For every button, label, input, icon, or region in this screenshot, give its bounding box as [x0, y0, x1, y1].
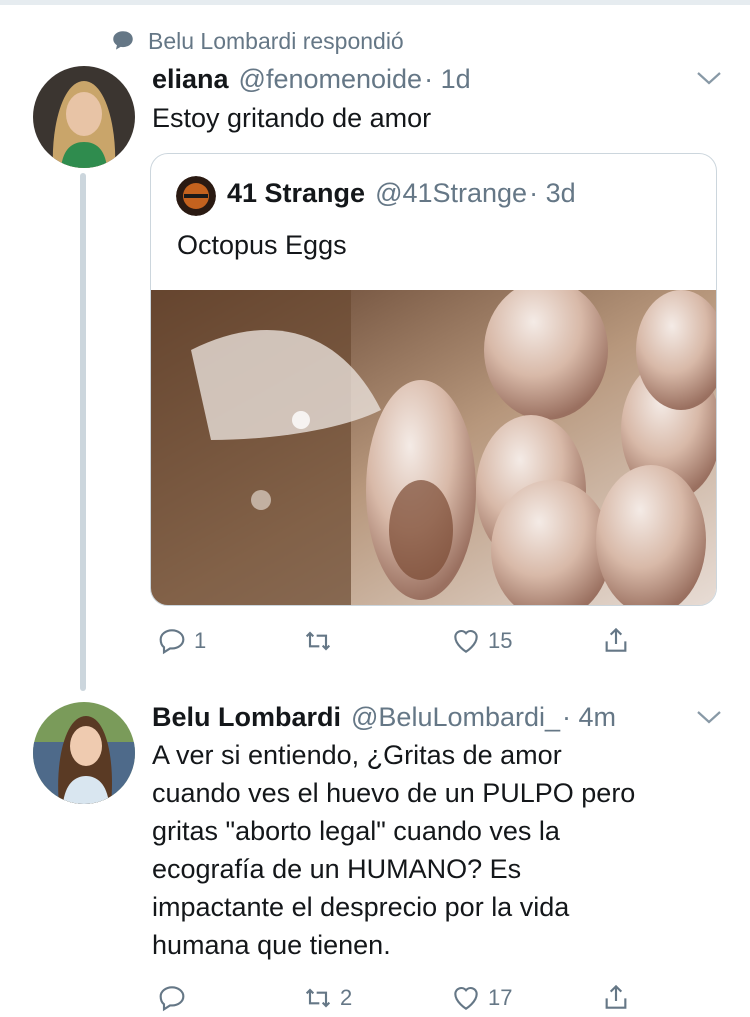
tweet2-text: A ver si entiendo, ¿Gritas de amor cuand… [152, 736, 732, 964]
quote-timestamp: · 3d [529, 178, 576, 208]
top-divider [0, 0, 750, 5]
retweet-button[interactable]: 2 [302, 982, 352, 1014]
tweet1-header: eliana @fenomenoide · 1d [152, 64, 471, 95]
quoted-tweet-card[interactable]: 41 Strange @41Strange · 3d Octopus Eggs [150, 153, 717, 606]
quote-header: 41 Strange @41Strange · 3d [227, 178, 576, 209]
timestamp[interactable]: · 1d [424, 64, 471, 95]
chevron-down-icon[interactable] [696, 68, 722, 88]
avatar-41strange [176, 176, 216, 216]
author-handle[interactable]: @BeluLombardi_ [351, 702, 560, 733]
share-button[interactable] [600, 981, 632, 1013]
reply-icon [159, 629, 185, 655]
author-name[interactable]: eliana [152, 64, 229, 95]
share-icon [605, 984, 627, 1009]
avatar-eliana[interactable] [33, 66, 135, 168]
reply-context: Belu Lombardi respondió [110, 26, 404, 56]
author-handle[interactable]: @fenomenoide [239, 64, 423, 95]
reply-button[interactable] [156, 982, 194, 1014]
quote-text: Octopus Eggs [177, 230, 347, 260]
timestamp[interactable]: · 4m [562, 702, 616, 733]
thread-line [80, 173, 86, 691]
octopus-eggs-photo[interactable] [151, 280, 716, 605]
quote-author-name: 41 Strange [227, 178, 366, 208]
speech-bubble-icon [113, 31, 133, 50]
reply-icon [159, 986, 185, 1012]
tweet2-header: Belu Lombardi @BeluLombardi_ · 4m [152, 702, 616, 733]
tweet2-text-line: ecografía de un HUMANO? Es [152, 854, 522, 884]
like-count: 17 [488, 985, 513, 1010]
quote-author-handle: @41Strange [375, 178, 528, 208]
share-icon [605, 627, 627, 652]
chevron-down-icon[interactable] [696, 707, 722, 727]
heart-icon [454, 986, 478, 1010]
retweet-count: 2 [340, 985, 353, 1010]
tweet2-text-line: A ver si entiendo, ¿Gritas de amor [152, 740, 562, 770]
tweet2-text-line: humana que tienen. [152, 930, 391, 960]
avatar-belu[interactable] [33, 702, 135, 804]
like-count: 15 [488, 628, 513, 653]
tweet2-text-line: cuando ves el huevo de un PULPO pero [152, 778, 636, 808]
retweet-button[interactable] [302, 625, 340, 657]
tweet2-text-line: impactante el desprecio por la vida [152, 892, 570, 922]
tweet2-text-line: gritas "aborto legal" cuando ves la [152, 816, 560, 846]
reply-context-text: Belu Lombardi respondió [148, 27, 404, 54]
share-button[interactable] [600, 624, 632, 656]
retweet-icon [305, 988, 331, 1008]
heart-icon [454, 629, 478, 653]
reply-button[interactable]: 1 [156, 625, 206, 657]
like-button[interactable]: 15 [450, 625, 512, 657]
reply-count: 1 [194, 628, 207, 653]
retweet-icon [305, 631, 331, 651]
tweet1-text: Estoy gritando de amor [152, 103, 432, 133]
author-name[interactable]: Belu Lombardi [152, 702, 341, 733]
like-button[interactable]: 17 [450, 982, 512, 1014]
